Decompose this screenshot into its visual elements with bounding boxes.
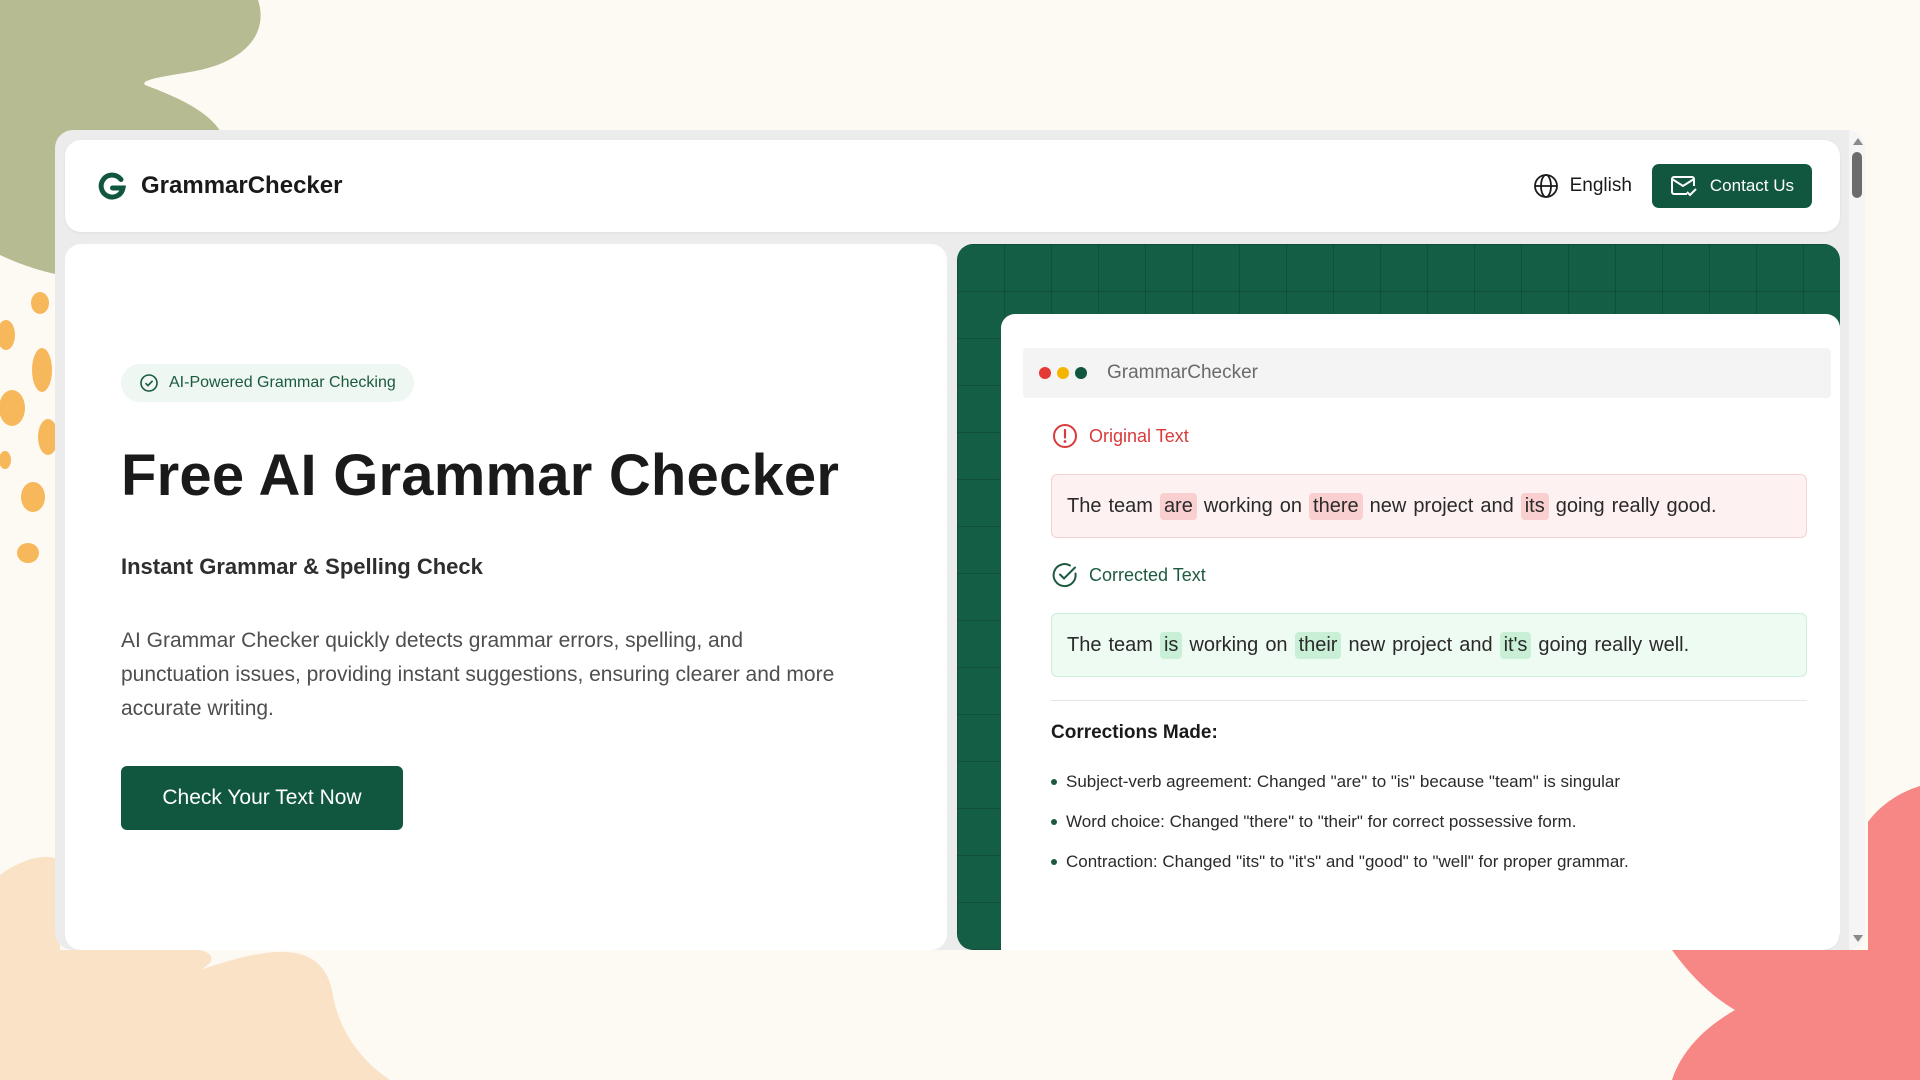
error-word: going [1555, 494, 1605, 517]
vertical-scrollbar[interactable] [1849, 130, 1865, 950]
language-label: English [1569, 175, 1632, 196]
corrections-list: Subject-verb agreement: Changed "are" to… [1051, 762, 1629, 882]
header-actions: English Contact Us [1532, 140, 1812, 232]
error-word: team [1108, 494, 1153, 517]
window-dot [1057, 367, 1069, 379]
page-description: AI Grammar Checker quickly detects gramm… [121, 629, 835, 720]
fix-word: team [1108, 633, 1153, 656]
fix-word: new [1348, 633, 1386, 656]
correction-text: Contraction: Changed "its" to "it's" and… [1066, 852, 1629, 871]
fix-word: working [1189, 633, 1259, 656]
fix-highlight: is [1159, 631, 1183, 659]
fix-word: well. [1649, 633, 1690, 656]
orange-dots-shape [0, 292, 58, 563]
language-selector[interactable]: English [1532, 172, 1632, 200]
ai-badge-label: AI-Powered Grammar Checking [169, 374, 396, 391]
corrected-text-label: Corrected Text [1051, 561, 1206, 589]
fix-highlight: it's [1499, 631, 1532, 659]
scroll-up-arrow-icon[interactable] [1853, 138, 1863, 145]
fix-word: going [1538, 633, 1588, 656]
error-highlight: there [1309, 492, 1363, 520]
contact-us-button[interactable]: Contact Us [1651, 164, 1812, 208]
fix-word: on [1265, 633, 1288, 656]
page-subtitle: Instant Grammar & Spelling Check [121, 554, 483, 579]
scrollbar-thumb[interactable] [1852, 152, 1862, 198]
globe-icon [1533, 174, 1558, 198]
demo-window-title: GrammarChecker [1107, 362, 1258, 383]
original-text-label: Original Text [1051, 422, 1189, 450]
bullet-icon [1051, 859, 1057, 865]
correction-item: Contraction: Changed "its" to "it's" and… [1051, 842, 1629, 882]
fix-word: The [1067, 633, 1102, 656]
bullet-icon [1051, 779, 1057, 785]
page-title: Free AI Grammar Checker [121, 443, 840, 508]
error-word: project [1413, 494, 1474, 517]
ai-badge: AI-Powered Grammar Checking [121, 364, 414, 402]
correction-item: Subject-verb agreement: Changed "are" to… [1051, 762, 1629, 802]
error-word: good. [1666, 494, 1717, 517]
window-dot [1039, 367, 1051, 379]
brand-name: GrammarChecker [141, 172, 343, 199]
bullet-icon [1051, 819, 1057, 825]
hero-section: AI-Powered Grammar Checking Free AI Gram… [65, 244, 947, 950]
correction-text: Subject-verb agreement: Changed "are" to… [1066, 772, 1621, 791]
fix-word: project [1392, 633, 1453, 656]
error-highlight: its [1520, 492, 1549, 520]
demo-panel: GrammarChecker Original Text The team are w… [957, 244, 1840, 950]
original-text-box: The team are working on there new project and its… [1051, 474, 1807, 538]
error-word: really [1611, 494, 1660, 517]
error-word: The [1067, 494, 1102, 517]
scroll-down-arrow-icon[interactable] [1853, 935, 1863, 942]
window-dot [1075, 367, 1087, 379]
browser-window: GrammarChecker English Contact Us AI-Pow… [55, 130, 1865, 950]
error-word: working [1203, 494, 1273, 517]
demo-window: GrammarChecker Original Text The team are w… [1001, 314, 1840, 950]
corrected-text-title: Corrected Text [1089, 564, 1206, 585]
correction-item: Word choice: Changed "there" to "their" … [1051, 802, 1629, 842]
fix-highlight: their [1294, 631, 1342, 659]
fix-word: really [1594, 633, 1643, 656]
original-text-title: Original Text [1089, 425, 1189, 446]
check-text-button[interactable]: Check Your Text Now [121, 766, 403, 830]
mail-check-icon [1670, 176, 1697, 197]
brand[interactable]: GrammarChecker [97, 140, 342, 232]
section-divider [1051, 700, 1807, 701]
corrected-text-box: The team is working on their new project and it's… [1051, 613, 1807, 677]
window-dots [1039, 367, 1087, 379]
check-circle-icon [140, 374, 158, 392]
check-circle-icon [1052, 563, 1077, 588]
correction-text: Word choice: Changed "there" to "their" … [1066, 812, 1577, 831]
error-word: and [1480, 494, 1514, 517]
error-word: on [1279, 494, 1303, 517]
fix-word: and [1459, 633, 1493, 656]
corrections-title: Corrections Made: [1051, 722, 1218, 743]
contact-us-label: Contact Us [1709, 176, 1794, 195]
alert-circle-icon [1053, 424, 1077, 448]
error-word: new [1369, 494, 1407, 517]
site-header: GrammarChecker English Contact Us [65, 140, 1840, 232]
error-highlight: are [1159, 492, 1197, 520]
g-logo-icon [98, 172, 126, 200]
demo-window-titlebar: GrammarChecker [1023, 348, 1831, 398]
